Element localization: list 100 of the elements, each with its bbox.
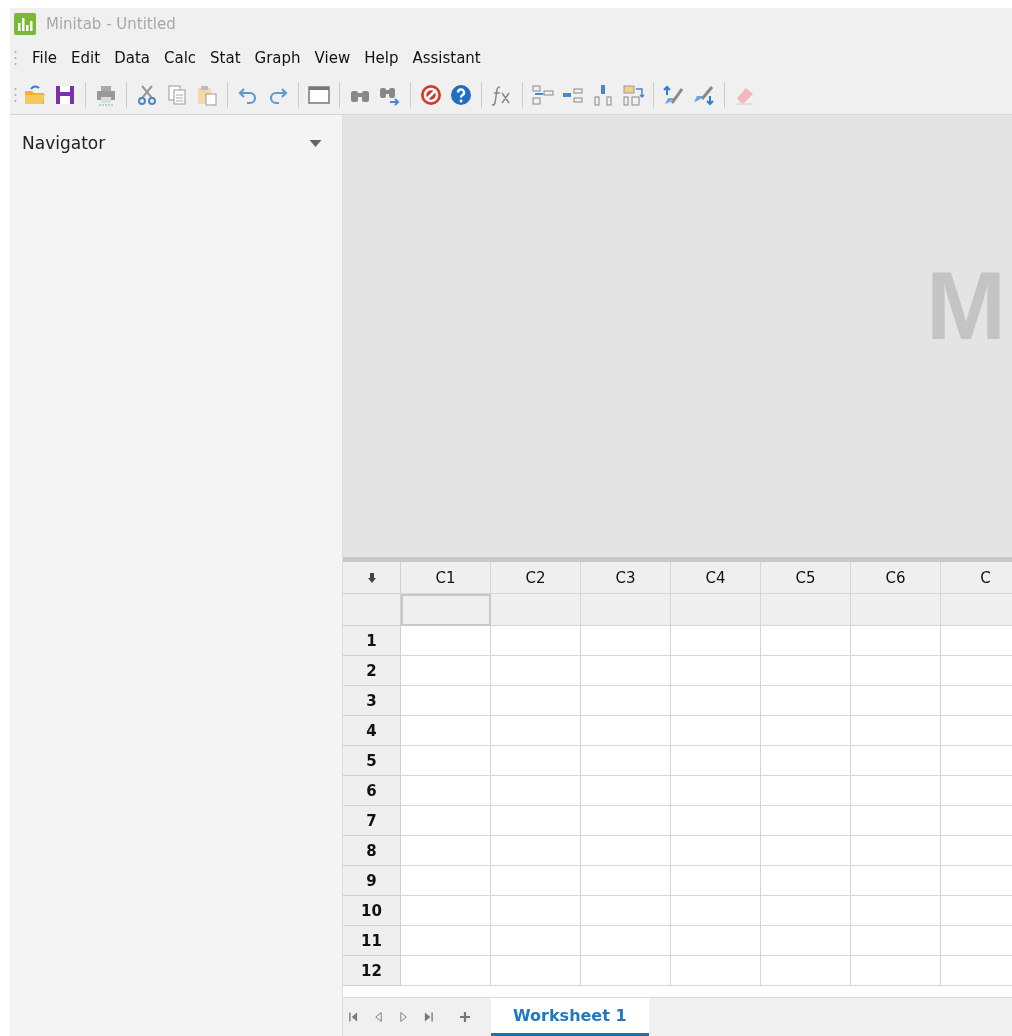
table-cell[interactable] [581,746,671,776]
table-cell[interactable] [581,806,671,836]
last-sheet-icon[interactable] [424,1011,433,1023]
menu-item[interactable]: Edit [64,45,108,71]
table-cell[interactable] [761,776,851,806]
table-cell[interactable] [851,776,941,806]
table-cell[interactable] [851,866,941,896]
table-cell[interactable] [491,776,581,806]
table-cell[interactable] [671,866,761,896]
insert-cells-icon[interactable] [531,83,555,107]
table-cell[interactable] [581,926,671,956]
table-cell[interactable] [581,896,671,926]
table-cell[interactable] [401,836,491,866]
table-cell[interactable] [491,926,581,956]
column-name-cell[interactable] [941,594,1012,626]
dropdown-caret-icon[interactable] [309,139,322,147]
menu-item[interactable]: Calc [157,45,204,71]
menu-item[interactable]: Graph [247,45,308,71]
table-cell[interactable] [851,656,941,686]
table-cell[interactable] [761,716,851,746]
table-cell[interactable] [671,776,761,806]
menu-item[interactable]: Stat [203,45,248,71]
column-name-cell[interactable] [761,594,851,626]
first-sheet-icon[interactable] [349,1011,358,1023]
column-header[interactable]: C4 [671,562,761,594]
copy-icon[interactable] [165,83,189,107]
table-cell[interactable] [491,896,581,926]
table-cell[interactable] [401,656,491,686]
paste-icon[interactable] [195,83,219,107]
table-cell[interactable] [581,776,671,806]
window-icon[interactable] [307,83,331,107]
table-cell[interactable] [851,716,941,746]
table-cell[interactable] [401,776,491,806]
cut-icon[interactable] [135,83,159,107]
table-cell[interactable] [491,836,581,866]
column-name-cell[interactable] [671,594,761,626]
column-name-cell[interactable] [581,594,671,626]
table-cell[interactable] [761,746,851,776]
brush-down-icon[interactable] [692,83,716,107]
table-cell[interactable] [761,836,851,866]
table-cell[interactable] [581,626,671,656]
table-cell[interactable] [401,926,491,956]
column-name-cell[interactable] [491,594,581,626]
previous-sheet-icon[interactable] [374,1011,383,1023]
column-header[interactable]: C6 [851,562,941,594]
menu-item[interactable]: File [25,45,65,71]
sheet-tab[interactable]: Worksheet 1 [491,998,649,1036]
table-cell[interactable] [671,926,761,956]
table-cell[interactable] [851,806,941,836]
table-cell[interactable] [401,806,491,836]
table-cell[interactable] [761,806,851,836]
insert-columns-icon[interactable] [591,83,615,107]
menu-item[interactable]: Data [107,45,157,71]
table-cell[interactable] [491,686,581,716]
brush-up-icon[interactable] [662,83,686,107]
help-icon[interactable] [449,83,473,107]
table-cell[interactable] [851,626,941,656]
table-cell[interactable] [401,716,491,746]
table-cell[interactable] [491,626,581,656]
table-cell[interactable] [581,656,671,686]
column-header[interactable]: C [941,562,1012,594]
table-cell[interactable] [761,656,851,686]
table-cell[interactable] [671,626,761,656]
table-cell[interactable] [761,926,851,956]
table-cell[interactable] [851,926,941,956]
menu-item[interactable]: View [307,45,358,71]
table-cell[interactable] [671,806,761,836]
table-cell[interactable] [671,896,761,926]
table-cell[interactable] [761,626,851,656]
print-icon[interactable] [94,83,118,107]
table-cell[interactable] [761,896,851,926]
table-cell[interactable] [581,866,671,896]
column-header[interactable]: C2 [491,562,581,594]
table-cell[interactable] [581,836,671,866]
down-arrow-icon[interactable] [367,572,376,583]
table-cell[interactable] [401,746,491,776]
table-cell[interactable] [761,866,851,896]
table-cell[interactable] [761,686,851,716]
move-columns-icon[interactable] [621,83,645,107]
table-cell[interactable] [671,716,761,746]
table-cell[interactable] [401,686,491,716]
table-cell[interactable] [671,836,761,866]
table-cell[interactable] [851,836,941,866]
table-cell[interactable] [671,746,761,776]
table-cell[interactable] [581,716,671,746]
table-cell[interactable] [581,956,671,986]
add-sheet-icon[interactable] [459,1011,471,1023]
next-sheet-icon[interactable] [399,1011,408,1023]
table-cell[interactable] [491,806,581,836]
table-cell[interactable] [851,686,941,716]
menu-item[interactable]: Help [357,45,406,71]
menu-item[interactable]: Assistant [405,45,488,71]
column-header[interactable]: C3 [581,562,671,594]
table-cell[interactable] [401,956,491,986]
table-cell[interactable] [851,896,941,926]
table-cell[interactable] [581,686,671,716]
column-header[interactable]: C5 [761,562,851,594]
column-name-cell[interactable] [851,594,941,626]
table-cell[interactable] [671,956,761,986]
table-cell[interactable] [491,656,581,686]
